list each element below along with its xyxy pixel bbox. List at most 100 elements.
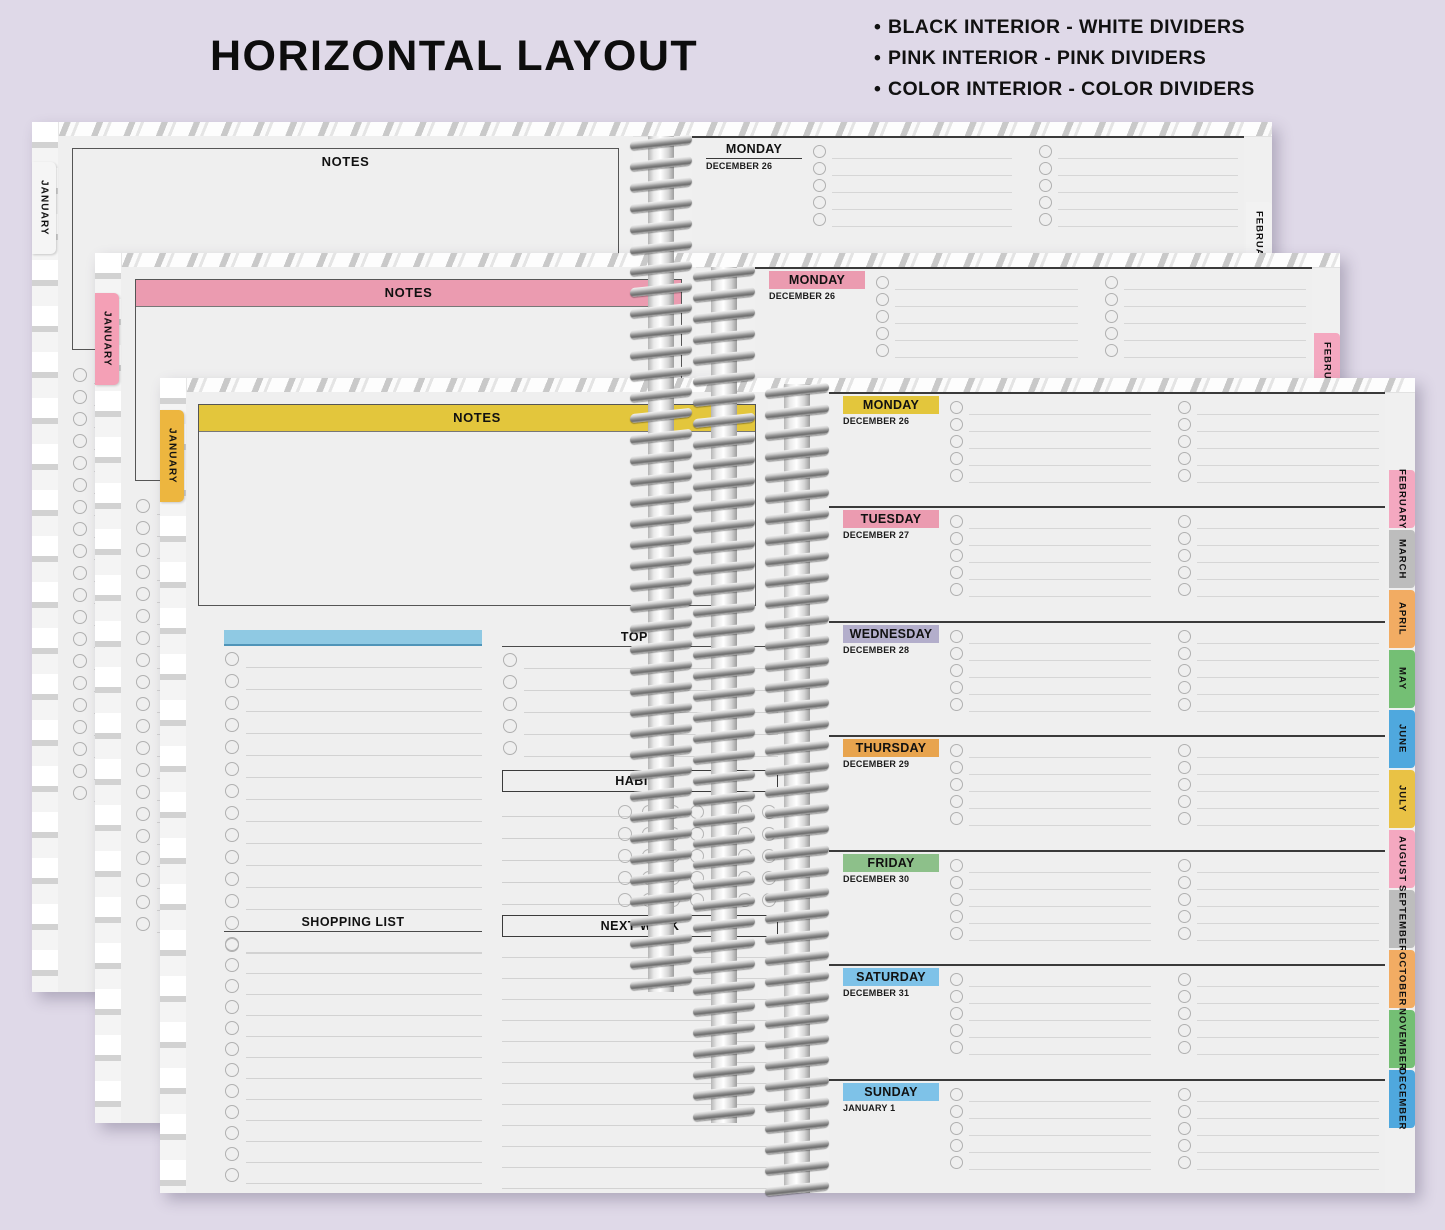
- checkbox-circle-icon[interactable]: [1104, 327, 1118, 340]
- checkbox-circle-icon[interactable]: [1104, 344, 1118, 357]
- day-task-row[interactable]: [1177, 1153, 1379, 1170]
- checkbox-circle-icon[interactable]: [1178, 1121, 1191, 1135]
- list-row[interactable]: [224, 888, 482, 910]
- day-task-row[interactable]: [949, 1021, 1151, 1039]
- checkbox-circle-icon[interactable]: [950, 566, 963, 580]
- day-task-row[interactable]: [1177, 580, 1379, 598]
- day-task-row[interactable]: [1038, 159, 1238, 176]
- checkbox-circle-icon[interactable]: [73, 368, 87, 382]
- checkbox-circle-icon[interactable]: [225, 894, 239, 908]
- checkbox-circle-icon[interactable]: [225, 872, 239, 886]
- checkbox-circle-icon[interactable]: [1178, 646, 1191, 660]
- checkbox-circle-icon[interactable]: [950, 990, 963, 1004]
- month-tab-april[interactable]: APRIL: [1389, 590, 1415, 648]
- checkbox-circle-icon[interactable]: [950, 697, 963, 711]
- list-row[interactable]: [224, 646, 482, 668]
- day-task-row[interactable]: [949, 1153, 1151, 1170]
- day-task-row[interactable]: [949, 580, 1151, 598]
- checkbox-circle-icon[interactable]: [225, 1147, 239, 1161]
- day-task-row[interactable]: [1177, 1038, 1379, 1056]
- checkbox-circle-icon[interactable]: [1178, 1087, 1191, 1101]
- day-task-row[interactable]: [812, 142, 1012, 159]
- list-row[interactable]: [224, 932, 482, 953]
- checkbox-circle-icon[interactable]: [225, 652, 239, 666]
- day-task-row[interactable]: [949, 741, 1151, 759]
- checkbox-circle-icon[interactable]: [950, 858, 963, 872]
- checkbox-circle-icon[interactable]: [876, 310, 889, 323]
- checkbox-circle-icon[interactable]: [1178, 515, 1191, 529]
- list-row[interactable]: [502, 1147, 778, 1168]
- checkbox-circle-icon[interactable]: [950, 435, 963, 448]
- day-task-row[interactable]: [1038, 210, 1238, 227]
- checkbox-circle-icon[interactable]: [813, 162, 826, 175]
- day-task-row[interactable]: [949, 1004, 1151, 1022]
- checkbox-circle-icon[interactable]: [136, 763, 150, 777]
- day-task-row[interactable]: [1104, 290, 1306, 307]
- day-task-row[interactable]: [1177, 758, 1379, 776]
- list-row[interactable]: [224, 953, 482, 974]
- day-task-row[interactable]: [1177, 792, 1379, 810]
- checkbox-circle-icon[interactable]: [950, 1121, 963, 1135]
- list-row[interactable]: [224, 1163, 482, 1184]
- list-row[interactable]: [224, 778, 482, 800]
- checkbox-circle-icon[interactable]: [1178, 990, 1191, 1004]
- divider-tab-january[interactable]: JANUARY: [95, 293, 119, 385]
- list-row[interactable]: [224, 734, 482, 756]
- checkbox-circle-icon[interactable]: [136, 719, 150, 733]
- checkbox-circle-icon[interactable]: [1178, 875, 1191, 889]
- checkbox-circle-icon[interactable]: [1178, 697, 1191, 711]
- day-task-row[interactable]: [1038, 193, 1238, 210]
- day-task-row[interactable]: [875, 290, 1078, 307]
- checkbox-circle-icon[interactable]: [1178, 795, 1191, 809]
- list-row[interactable]: [224, 800, 482, 822]
- checkbox-circle-icon[interactable]: [1039, 213, 1052, 226]
- checkbox-circle-icon[interactable]: [136, 741, 150, 755]
- checkbox-circle-icon[interactable]: [136, 543, 150, 557]
- checkbox-circle-icon[interactable]: [73, 676, 87, 690]
- day-task-row[interactable]: [949, 1085, 1151, 1102]
- day-task-row[interactable]: [949, 432, 1151, 449]
- checkbox-circle-icon[interactable]: [225, 762, 239, 776]
- day-task-row[interactable]: [875, 273, 1078, 290]
- day-task-row[interactable]: [949, 890, 1151, 907]
- day-task-row[interactable]: [949, 856, 1151, 873]
- checkbox-circle-icon[interactable]: [73, 390, 87, 404]
- checkbox-circle-icon[interactable]: [136, 873, 150, 887]
- day-task-row[interactable]: [812, 176, 1012, 193]
- checkbox-circle-icon[interactable]: [950, 926, 963, 940]
- checkbox-circle-icon[interactable]: [950, 909, 963, 923]
- checkbox-circle-icon[interactable]: [876, 293, 889, 306]
- checkbox-circle-icon[interactable]: [1178, 892, 1191, 906]
- checkbox-circle-icon[interactable]: [1178, 778, 1191, 792]
- list-row[interactable]: [224, 866, 482, 888]
- checkbox-circle-icon[interactable]: [1178, 858, 1191, 872]
- checkbox-circle-icon[interactable]: [950, 418, 963, 431]
- checkbox-circle-icon[interactable]: [1178, 1138, 1191, 1152]
- list-row[interactable]: [224, 1016, 482, 1037]
- list-row[interactable]: [224, 1121, 482, 1142]
- checkbox-circle-icon[interactable]: [950, 812, 963, 826]
- day-block-monday[interactable]: MONDAY DECEMBER 26: [692, 136, 1244, 258]
- checkbox-circle-icon[interactable]: [950, 875, 963, 889]
- checkbox-circle-icon[interactable]: [136, 499, 150, 513]
- checkbox-circle-icon[interactable]: [73, 412, 87, 426]
- day-block-tuesday[interactable]: TUESDAYDECEMBER 27: [829, 506, 1385, 620]
- month-tab-march[interactable]: MARCH: [1389, 530, 1415, 588]
- list-row[interactable]: [224, 844, 482, 866]
- planner-color-interior[interactable]: NOTES TOP 5 HABITS SHOPPING LIST NEXT JA…: [160, 378, 1415, 1197]
- checkbox-circle-icon[interactable]: [950, 583, 963, 597]
- checkbox-circle-icon[interactable]: [1178, 744, 1191, 758]
- day-task-row[interactable]: [1177, 1021, 1379, 1039]
- list-row[interactable]: [224, 712, 482, 734]
- day-task-row[interactable]: [949, 1038, 1151, 1056]
- checkbox-circle-icon[interactable]: [1104, 310, 1118, 323]
- checkbox-circle-icon[interactable]: [225, 1021, 239, 1035]
- checkbox-circle-icon[interactable]: [73, 500, 87, 514]
- day-task-row[interactable]: [1177, 856, 1379, 873]
- checkbox-circle-icon[interactable]: [950, 795, 963, 809]
- checkbox-circle-icon[interactable]: [225, 1126, 239, 1140]
- checkbox-circle-icon[interactable]: [876, 276, 889, 289]
- checkbox-circle-icon[interactable]: [136, 609, 150, 623]
- day-task-row[interactable]: [1177, 661, 1379, 678]
- day-task-row[interactable]: [1038, 142, 1238, 159]
